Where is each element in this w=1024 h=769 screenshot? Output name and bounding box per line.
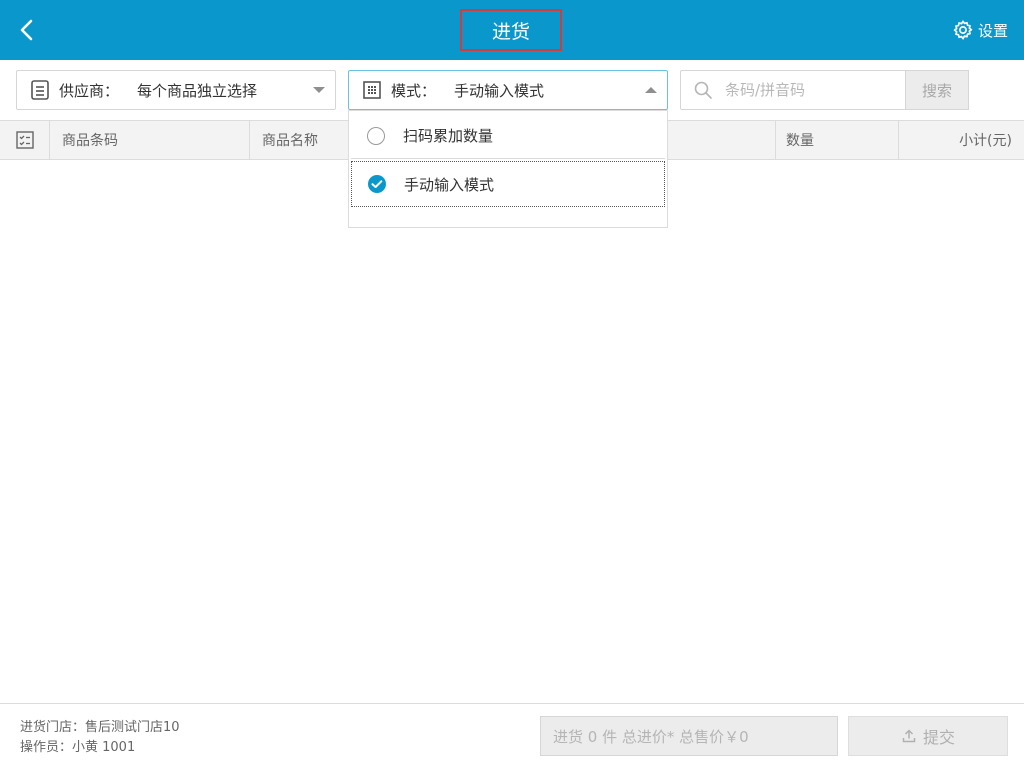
settings-label: 设置 [977,21,1008,40]
mode-grid-icon [363,81,381,99]
gear-icon [953,20,973,40]
top-bar: 进货 设置 [0,0,1024,60]
mode-option-label: 手动输入模式 [404,175,495,194]
column-header-name: 商品名称 [262,133,318,149]
store-name: 进货门店：售后测试门店10 [20,720,180,735]
radio-unchecked-icon [367,126,385,145]
store-info: 进货门店：售后测试门店10 操作员：小黄 1001 [20,718,180,758]
search-button[interactable]: 搜索 [905,70,969,110]
mode-option-label: 扫码累加数量 [403,127,494,145]
mode-option-scan[interactable]: 扫码累加数量 [351,113,665,159]
submit-label: 提交 [922,728,955,747]
back-icon [20,19,33,41]
chevron-down-icon [313,87,325,93]
upload-icon [902,729,916,743]
column-header-barcode: 商品条码 [62,133,118,149]
column-divider [775,121,776,159]
order-summary: 进货 0 件 总进价* 总售价￥0 [540,716,838,756]
column-divider [49,121,50,159]
page-title: 进货 [460,9,562,51]
supplier-select[interactable]: 供应商： 每个商品独立选择 [16,70,336,110]
column-header-subtotal: 小计(元) [959,133,1012,149]
check-icon [368,175,386,193]
submit-button[interactable]: 提交 [848,716,1008,756]
chevron-up-icon [645,87,657,93]
search-input[interactable] [723,80,897,100]
checklist-icon [16,131,34,149]
supplier-label: 供应商： [59,81,120,100]
mode-value: 手动输入模式 [454,81,545,100]
select-all-cell[interactable] [0,121,50,159]
mode-label: 模式： [391,81,437,100]
supplier-list-icon [31,80,49,100]
mode-option-manual[interactable]: 手动输入模式 [351,161,665,207]
operator-name: 操作员：小黄 1001 [20,740,136,755]
column-header-quantity: 数量 [786,133,814,149]
mode-dropdown: 扫码累加数量 手动输入模式 [348,110,668,228]
mode-select[interactable]: 模式： 手动输入模式 [348,70,668,110]
supplier-value: 每个商品独立选择 [137,81,258,100]
footer-bar: 进货门店：售后测试门店10 操作员：小黄 1001 进货 0 件 总进价* 总售… [0,703,1024,769]
search-icon [694,81,712,99]
column-divider [249,121,250,159]
settings-button[interactable]: 设置 [952,18,1008,42]
back-button[interactable] [12,14,42,46]
search-field[interactable] [680,70,906,110]
